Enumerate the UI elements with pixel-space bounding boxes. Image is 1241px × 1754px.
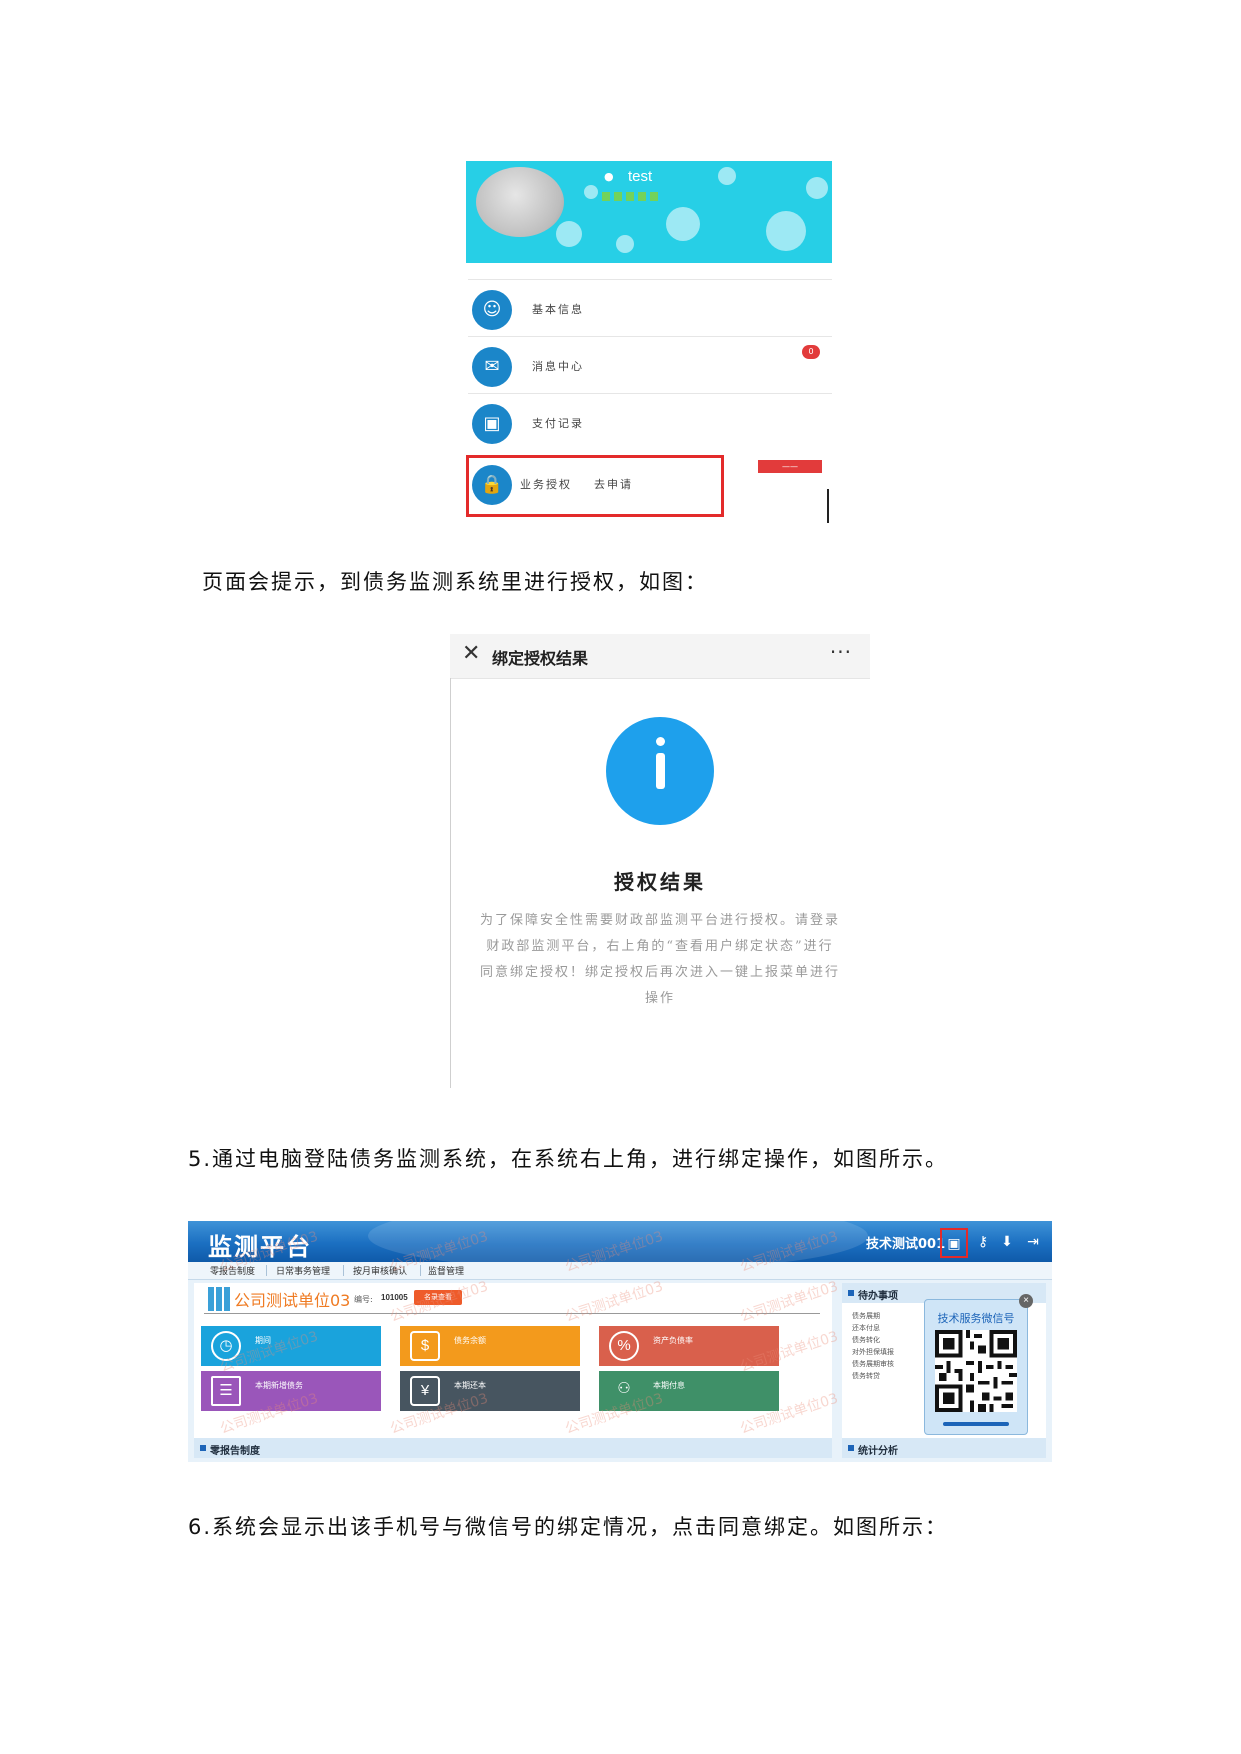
user-status-bar (602, 192, 662, 201)
profile-banner: ● test (466, 161, 832, 263)
tile-label: 债务余额 (454, 1336, 486, 1345)
mobile-profile-screenshot: ● test ☺ 基本信息 ✉ 消息中心 ▣ 支付记录 🔒 业务授权 去申请 0… (466, 161, 832, 523)
yuan-icon: ¥ (410, 1376, 440, 1406)
page-title: 绑定授权结果 (492, 649, 589, 668)
unit-name: 公司测试单位03 (234, 1291, 351, 1310)
tile-label: 资产负债率 (653, 1336, 693, 1345)
percent-icon: % (609, 1331, 639, 1361)
monitoring-platform-screenshot: 监测平台 技术测试001 ▣ ⚷ ⬇ ⇥ 零报告制度 日常事务管理 按月审核确认… (188, 1221, 1052, 1462)
mail-icon: ✉ (472, 347, 512, 387)
tile-label: 期间 (255, 1336, 271, 1345)
tile-principal-repayment[interactable]: ¥ 本期还本 (400, 1371, 580, 1411)
menu-label: 消息中心 (532, 360, 584, 373)
highlight-box (466, 455, 724, 517)
nav-item-daily-affairs[interactable]: 日常事务管理 (276, 1264, 330, 1277)
username: test (628, 168, 653, 185)
nav-item-zero-report[interactable]: 零报告制度 (210, 1264, 255, 1277)
todo-item[interactable]: 债务转化 (852, 1335, 880, 1345)
number-label: 编号: (354, 1295, 373, 1304)
clipboard-icon: ☰ (211, 1376, 241, 1406)
wechat-qr-popup: × 技术服务微信号 (924, 1294, 1033, 1435)
text-cursor (827, 489, 829, 523)
todo-item[interactable]: 对外担保填报 (852, 1347, 894, 1357)
key-icon[interactable]: ⚷ (972, 1230, 994, 1252)
todo-item[interactable]: 债务展期 (852, 1311, 880, 1321)
unit-number: 101005 (381, 1293, 408, 1302)
main-nav: 零报告制度 日常事务管理 按月审核确认 监督管理 (188, 1262, 1052, 1280)
tile-debt-balance[interactable]: $ 债务余额 (400, 1326, 580, 1366)
tile-new-debt[interactable]: ☰ 本期新增债务 (201, 1371, 381, 1411)
tile-label: 本期新增债务 (255, 1381, 303, 1390)
unit-panel: 公司测试单位03 编号: 101005 名录查看 ◷ 期间 $ 债务余额 % 资… (194, 1283, 832, 1458)
instruction-text: 页面会提示，到债务监测系统里进行授权，如图： (202, 570, 708, 594)
menu-row-payment-records[interactable]: ▣ 支付记录 (468, 393, 832, 450)
status-tag: —— (758, 460, 822, 473)
result-title: 授权结果 (614, 870, 706, 894)
user-binding-icon[interactable]: ▣ (940, 1228, 968, 1258)
tile-label: 本期还本 (454, 1381, 486, 1390)
info-icon (606, 717, 714, 825)
section-title: 零报告制度 (210, 1446, 260, 1457)
building-icon (208, 1287, 230, 1311)
auth-result-screenshot: ✕ 绑定授权结果 ··· 授权结果 为了保障安全性需要财政部监测平台进行授权。请… (450, 634, 870, 1088)
nav-item-supervision[interactable]: 监督管理 (428, 1264, 464, 1277)
directory-view-button[interactable]: 名录查看 (414, 1290, 462, 1305)
nav-item-monthly-review[interactable]: 按月审核确认 (353, 1264, 407, 1277)
user-icon: ☺ (472, 290, 512, 330)
todo-item[interactable]: 还本付息 (852, 1323, 880, 1333)
avatar[interactable] (476, 167, 564, 237)
todo-item[interactable]: 债务展期审核 (852, 1359, 894, 1369)
close-icon[interactable]: ✕ (462, 641, 480, 666)
menu-label: 基本信息 (532, 303, 584, 316)
title-bar: ✕ 绑定授权结果 ··· (450, 634, 870, 679)
tile-period[interactable]: ◷ 期间 (201, 1326, 381, 1366)
todo-title: 待办事项 (858, 1291, 898, 1302)
clock-icon: ◷ (211, 1331, 241, 1361)
brand-title: 监测平台 (208, 1233, 312, 1261)
coin-hand-icon: ⚇ (617, 1380, 631, 1397)
step-5-text: 5.通过电脑登陆债务监测系统，在系统右上角，进行绑定操作，如图所示。 (188, 1147, 949, 1171)
menu-label: 支付记录 (532, 417, 584, 430)
section-zero-report: 零报告制度 (194, 1438, 832, 1458)
tile-label: 本期付息 (653, 1381, 685, 1390)
menu-row-message-center[interactable]: ✉ 消息中心 (468, 336, 832, 393)
todo-item[interactable]: 债务转贷 (852, 1371, 880, 1381)
result-message: 为了保障安全性需要财政部监测平台进行授权。请登录财政部监测平台，右上角的“查看用… (480, 913, 841, 1006)
step-6-text: 6.系统会显示出该手机号与微信号的绑定情况，点击同意绑定。如图所示： (188, 1515, 949, 1539)
download-icon[interactable]: ⬇ (996, 1230, 1018, 1252)
current-user[interactable]: 技术测试001 (866, 1233, 945, 1252)
section-statistics: 统计分析 (842, 1438, 1046, 1458)
qr-underline (943, 1422, 1009, 1426)
balance-icon: $ (410, 1331, 440, 1361)
qr-title: 技术服务微信号 (937, 1312, 1015, 1325)
app-header: 监测平台 技术测试001 ▣ ⚷ ⬇ ⇥ (188, 1221, 1052, 1271)
qr-code-image (935, 1330, 1017, 1412)
message-count-badge: 0 (802, 345, 820, 359)
logout-icon[interactable]: ⇥ (1022, 1230, 1044, 1252)
tile-interest-payment[interactable]: ⚇ 本期付息 (599, 1371, 779, 1411)
money-icon: ▣ (472, 404, 512, 444)
tile-asset-liability-ratio[interactable]: % 资产负债率 (599, 1326, 779, 1366)
more-icon[interactable]: ··· (830, 640, 852, 664)
menu-row-basic-info[interactable]: ☺ 基本信息 (468, 279, 832, 336)
section-title: 统计分析 (858, 1446, 898, 1457)
user-icon: ● (604, 170, 614, 183)
close-icon[interactable]: × (1019, 1294, 1033, 1308)
